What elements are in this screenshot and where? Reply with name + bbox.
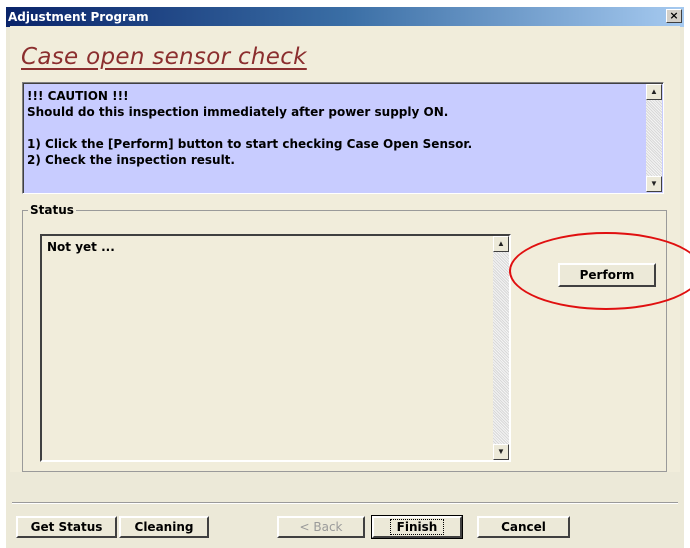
footer-divider bbox=[12, 502, 678, 504]
close-button[interactable]: × bbox=[666, 9, 682, 23]
cleaning-button[interactable]: Cleaning bbox=[119, 516, 209, 538]
finish-button[interactable]: Finish bbox=[371, 515, 463, 539]
page-title: Case open sensor check bbox=[21, 44, 307, 70]
scroll-down-icon[interactable]: ▼ bbox=[646, 176, 662, 192]
caution-textbox[interactable]: !!! CAUTION !!! Should do this inspectio… bbox=[22, 82, 664, 194]
caution-text: !!! CAUTION !!! Should do this inspectio… bbox=[27, 89, 473, 167]
back-button[interactable]: < Back bbox=[277, 516, 365, 538]
status-textbox[interactable]: Not yet ... ▲ ▼ bbox=[40, 234, 511, 462]
status-text: Not yet ... bbox=[47, 240, 115, 254]
window-title: Adjustment Program bbox=[8, 10, 149, 24]
caution-scrollbar[interactable]: ▲ ▼ bbox=[646, 84, 662, 192]
scroll-down-icon[interactable]: ▼ bbox=[493, 444, 509, 460]
scroll-up-icon[interactable]: ▲ bbox=[646, 84, 662, 100]
highlight-circle bbox=[509, 232, 690, 310]
scroll-up-icon[interactable]: ▲ bbox=[493, 236, 509, 252]
title-bar[interactable]: Adjustment Program × bbox=[6, 7, 684, 27]
get-status-button[interactable]: Get Status bbox=[16, 516, 117, 538]
cancel-button[interactable]: Cancel bbox=[477, 516, 570, 538]
status-scrollbar[interactable]: ▲ ▼ bbox=[493, 236, 509, 460]
status-group-label: Status bbox=[28, 203, 76, 217]
close-icon: × bbox=[669, 9, 679, 22]
